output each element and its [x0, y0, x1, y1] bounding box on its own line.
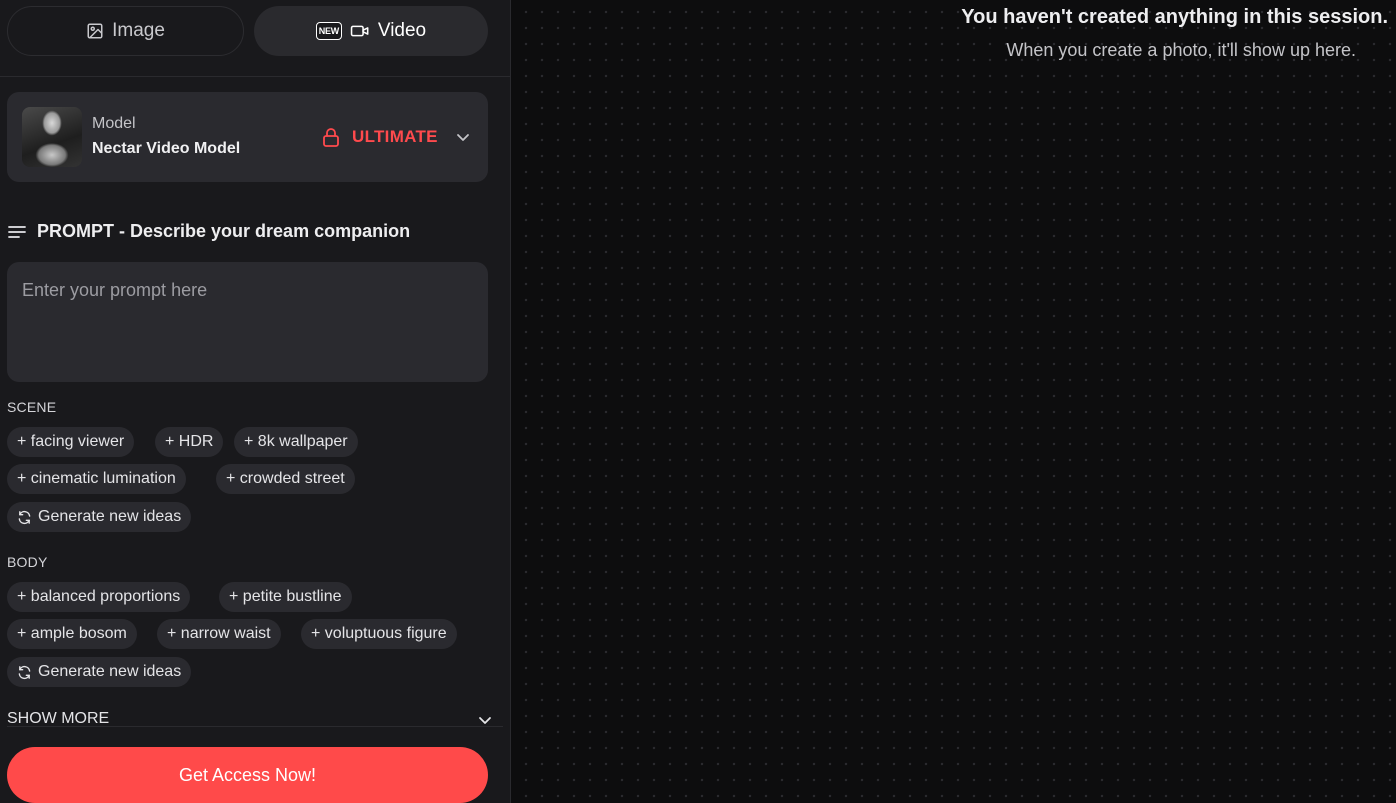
- refresh-icon: [18, 510, 31, 524]
- sidebar: Image NEW Video Model Nectar Video Model…: [0, 0, 511, 803]
- tab-video[interactable]: NEW Video: [254, 6, 488, 56]
- empty-state-title: You haven't created anything in this ses…: [961, 6, 1388, 28]
- image-icon: [87, 23, 103, 39]
- new-badge: NEW: [315, 22, 342, 40]
- prompt-heading: PROMPT - Describe your dream companion: [8, 221, 410, 242]
- divider: [0, 76, 510, 77]
- chevron-down-icon: [457, 134, 469, 141]
- scene-chip[interactable]: + cinematic lumination: [7, 464, 186, 494]
- scene-chip[interactable]: + 8k wallpaper: [234, 427, 358, 457]
- generate-ideas-button[interactable]: Generate new ideas: [7, 502, 192, 532]
- body-chip[interactable]: + petite bustline: [219, 582, 352, 612]
- lines-icon: [8, 225, 26, 238]
- scene-chip[interactable]: + HDR: [155, 427, 224, 457]
- body-chip[interactable]: + balanced proportions: [7, 582, 191, 612]
- generate-ideas-button[interactable]: Generate new ideas: [7, 657, 192, 687]
- tab-image[interactable]: Image: [7, 6, 244, 56]
- prompt-input[interactable]: [7, 262, 488, 382]
- tab-image-label: Image: [112, 20, 165, 41]
- scene-chip[interactable]: + facing viewer: [7, 427, 135, 457]
- tier-badge: ULTIMATE: [352, 127, 438, 146]
- video-camera-icon: [350, 25, 369, 37]
- model-thumbnail: [22, 107, 82, 167]
- get-access-button[interactable]: Get Access Now!: [7, 747, 488, 803]
- body-label: BODY: [7, 554, 48, 570]
- lock-icon: [323, 128, 339, 147]
- prompt-title: PROMPT - Describe your dream companion: [37, 221, 411, 241]
- body-chip[interactable]: + narrow waist: [157, 619, 281, 649]
- body-chip[interactable]: + ample bosom: [7, 619, 137, 649]
- canvas-area: You haven't created anything in this ses…: [512, 0, 1396, 803]
- generate-ideas-label: Generate new ideas: [38, 508, 182, 525]
- tab-video-label: Video: [377, 20, 427, 41]
- scene-label: SCENE: [7, 399, 57, 415]
- refresh-icon: [18, 665, 31, 679]
- scene-chip[interactable]: + crowded street: [216, 464, 355, 494]
- model-label: Model: [92, 115, 136, 132]
- chevron-down-icon: [479, 717, 491, 724]
- empty-state-subtitle: When you create a photo, it'll show up h…: [1006, 40, 1356, 60]
- generate-ideas-label: Generate new ideas: [38, 663, 182, 680]
- mode-tabs: Image NEW Video: [7, 6, 488, 56]
- divider: [7, 726, 503, 727]
- model-selector[interactable]: Model Nectar Video Model ULTIMATE: [7, 92, 488, 182]
- body-chip[interactable]: + voluptuous figure: [301, 619, 457, 649]
- model-name: Nectar Video Model: [92, 140, 241, 157]
